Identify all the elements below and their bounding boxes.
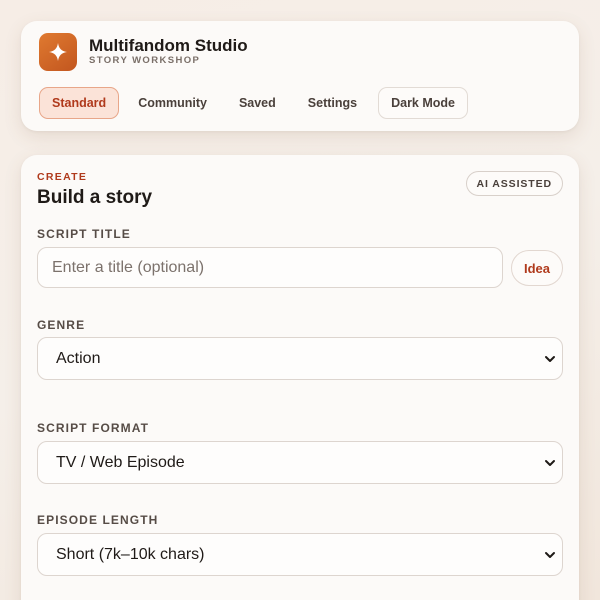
sparkle-icon <box>49 43 67 61</box>
chevron-down-icon <box>545 552 555 558</box>
episode-length-select[interactable]: Short (7k–10k chars) <box>37 533 563 576</box>
script-format-label: SCRIPT FORMAT <box>37 421 150 435</box>
script-title-input[interactable] <box>37 247 503 288</box>
genre-value: Action <box>56 349 101 367</box>
chevron-down-icon <box>545 356 555 362</box>
script-title-label: SCRIPT TITLE <box>37 227 131 241</box>
story-builder-card: CREATE Build a story AI ASSISTED SCRIPT … <box>21 155 579 600</box>
episode-length-label: EPISODE LENGTH <box>37 513 159 527</box>
app-title: Multifandom Studio <box>89 36 248 55</box>
chevron-down-icon <box>545 460 555 466</box>
main-nav: Standard Community Saved Settings Dark M… <box>39 87 474 119</box>
dark-mode-toggle[interactable]: Dark Mode <box>378 87 468 119</box>
nav-community[interactable]: Community <box>125 87 220 119</box>
idea-button[interactable]: Idea <box>511 250 563 286</box>
app-subtitle: STORY WORKSHOP <box>89 55 201 66</box>
ai-assisted-badge: AI ASSISTED <box>465 171 563 196</box>
episode-length-value: Short (7k–10k chars) <box>56 545 205 563</box>
script-format-value: TV / Web Episode <box>56 453 185 471</box>
genre-label: GENRE <box>37 318 86 332</box>
nav-saved[interactable]: Saved <box>226 87 289 119</box>
section-eyebrow: CREATE <box>37 171 88 183</box>
app-logo <box>39 33 77 71</box>
card-title: Build a story <box>37 187 153 208</box>
script-format-select[interactable]: TV / Web Episode <box>37 441 563 484</box>
header-card: Multifandom Studio STORY WORKSHOP Standa… <box>21 21 579 131</box>
nav-standard[interactable]: Standard <box>39 87 120 119</box>
genre-select[interactable]: Action <box>37 337 563 380</box>
nav-settings[interactable]: Settings <box>295 87 370 119</box>
